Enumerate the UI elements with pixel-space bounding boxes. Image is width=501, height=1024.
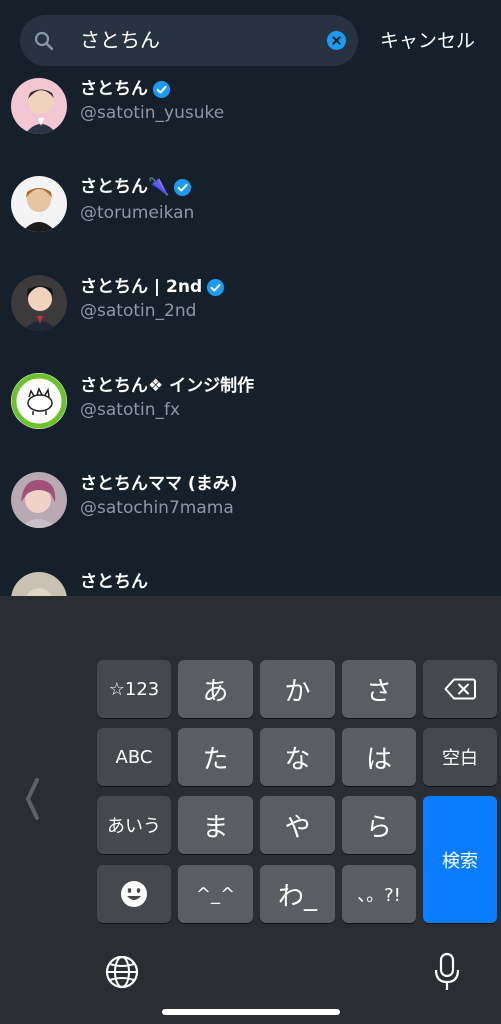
- search-icon: [34, 31, 54, 51]
- avatar: [11, 275, 67, 331]
- emoji-icon: [121, 881, 147, 907]
- key-punctuation[interactable]: 、。?!: [342, 865, 416, 923]
- result-name: さとちん: [80, 572, 148, 592]
- result-name: さとちん❖ インジ制作: [80, 376, 255, 396]
- search-result-item[interactable]: さとちんママ (まみ) @satochin7mama: [0, 469, 501, 565]
- result-name: さとちんママ (まみ): [80, 474, 238, 494]
- key-a[interactable]: あ: [178, 660, 253, 718]
- search-input[interactable]: さとちん: [20, 15, 358, 66]
- search-key[interactable]: 検索: [423, 796, 497, 923]
- search-result-item[interactable]: さとちん❖ インジ制作 @satotin_fx: [0, 370, 501, 466]
- key-ka[interactable]: か: [260, 660, 335, 718]
- key-sa[interactable]: さ: [342, 660, 416, 718]
- key-ma[interactable]: ま: [178, 796, 253, 854]
- result-handle: @satotin_fx: [80, 400, 181, 420]
- result-name: さとちん: [80, 79, 148, 99]
- key-ra[interactable]: ら: [342, 796, 416, 854]
- result-handle: @satotin_yusuke: [80, 103, 225, 123]
- search-result-item[interactable]: さとちん @satotin_yusuke: [0, 72, 501, 168]
- search-result-item[interactable]: さとちん | 2nd @satotin_2nd: [0, 270, 501, 366]
- key-space[interactable]: 空白: [423, 728, 497, 786]
- result-handle: @satotin_2nd: [80, 301, 197, 321]
- key-na[interactable]: な: [260, 728, 335, 786]
- clear-icon[interactable]: [327, 31, 346, 50]
- result-handle: @satochin7mama: [80, 498, 234, 518]
- search-query: さとちん: [80, 28, 160, 52]
- verified-badge-icon: [152, 80, 171, 98]
- verified-badge-icon: [207, 278, 225, 296]
- key-ha[interactable]: は: [342, 728, 416, 786]
- key-kaomoji[interactable]: ^_^: [178, 865, 253, 923]
- emoji-key[interactable]: [97, 865, 171, 923]
- key-ya[interactable]: や: [260, 796, 335, 854]
- verified-badge-icon: [174, 178, 192, 196]
- key-ta[interactable]: た: [178, 728, 253, 786]
- globe-icon[interactable]: [104, 954, 140, 990]
- backspace-button[interactable]: [423, 660, 497, 718]
- key-abc[interactable]: ABC: [97, 728, 171, 786]
- key-numbers[interactable]: ☆123: [97, 660, 171, 718]
- result-name: さとちん | 2nd: [80, 277, 203, 297]
- japanese-keyboard: ☆123 あ か さ ABC た な は 空白 あいう ま や ら 検索 ^_^…: [0, 596, 501, 1024]
- home-indicator[interactable]: [162, 1009, 340, 1015]
- chevron-left-icon[interactable]: [22, 776, 42, 822]
- avatar: [11, 176, 67, 232]
- avatar: [11, 78, 67, 134]
- search-result-item[interactable]: さとちん🌂 @torumeikan: [0, 170, 501, 266]
- result-name: さとちん🌂: [80, 177, 170, 197]
- cancel-button[interactable]: キャンセル: [380, 28, 475, 54]
- avatar: [11, 472, 67, 528]
- backspace-icon: [444, 678, 476, 700]
- key-wa[interactable]: わ_: [260, 865, 335, 923]
- avatar: [11, 373, 67, 429]
- key-hiragana[interactable]: あいう: [97, 796, 171, 854]
- microphone-icon[interactable]: [433, 952, 461, 992]
- result-handle: @torumeikan: [80, 203, 195, 223]
